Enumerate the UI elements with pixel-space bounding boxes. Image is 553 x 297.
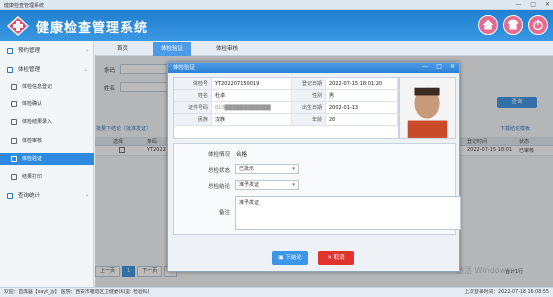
dialog-maximize-button[interactable]: □ — [436, 63, 442, 70]
reg-date-label: 登记日期 — [292, 78, 326, 90]
app-logo-icon — [7, 16, 29, 36]
audit-status-select[interactable]: 已批示 ▾ — [235, 164, 299, 174]
status-last-login: 上次登录时间：2022-07-18 16:08:55 — [464, 290, 549, 295]
clipboard-icon — [7, 67, 13, 73]
sidebar: 预约管理 › 体检管理 ⌄ 体检信息登记 体检确认 体检结果录入 体检审核 体检验证… — [0, 41, 94, 287]
tab-bar: 首页 体检验证 体检审核 — [95, 42, 553, 56]
name-field-label: 姓名 — [174, 90, 212, 102]
nation-value: 汉族 — [212, 114, 292, 126]
sidebar-item-confirm[interactable]: 体检确认 — [0, 98, 94, 110]
window-titlebar: 健康检查管理系统 — [0, 0, 553, 10]
window-title: 健康检查管理系统 — [4, 3, 45, 9]
sidebar-item-register[interactable]: 体检信息登记 — [0, 81, 94, 93]
conclude-button[interactable]: ▣ 下结论 — [272, 251, 308, 265]
chevron-right-icon: › — [86, 48, 88, 54]
age-value: 20 — [326, 114, 398, 126]
print-icon — [11, 174, 17, 180]
dialog-titlebar: 体检验证 — [168, 63, 459, 73]
cancel-button[interactable]: ✕ 取消 — [318, 251, 354, 265]
minimize-button[interactable]: — — [515, 1, 521, 8]
verify-dialog: 体检验证 — □ ✕ 体检号 YT202207150019 登记日期 2022-… — [167, 62, 461, 272]
id-number-value: 610████████████ — [212, 102, 292, 114]
calendar-icon — [7, 48, 13, 54]
window-controls: — □ ✕ — [515, 1, 550, 8]
age-label: 年龄 — [292, 114, 326, 126]
chevron-down-icon: ▾ — [292, 166, 295, 172]
power-icon[interactable] — [528, 15, 548, 35]
close-window-button[interactable]: ✕ — [545, 1, 550, 8]
patient-photo — [399, 77, 456, 139]
exam-status-label: 体检情况 — [207, 152, 230, 158]
reg-date-value: 2022-07-15 18:01:20 — [326, 78, 398, 90]
exam-id-value: YT202207150019 — [212, 78, 292, 90]
status-user: 欢迎：首席器【xayt_jy】 医院：西安市雁塔区卫健委(科室: 检验科) — [4, 290, 150, 295]
exam-id-label: 体检号 — [174, 78, 212, 90]
shirt-icon[interactable] — [503, 15, 523, 35]
name-value: 杜卓 — [212, 90, 292, 102]
sidebar-item-verify[interactable]: 体检验证 — [0, 153, 94, 165]
sidebar-item-audit[interactable]: 体检审核 — [0, 135, 94, 147]
audit-status-label: 总检状态 — [207, 168, 230, 174]
birth-date-value: 2002-01-13 — [326, 102, 398, 114]
check-icon — [11, 101, 17, 107]
tab-home[interactable]: 首页 — [109, 42, 136, 56]
verify-icon — [11, 156, 17, 162]
sidebar-item-appointment[interactable]: 预约管理 › — [0, 45, 94, 57]
conclusion-label: 总检结论 — [207, 184, 230, 190]
edit-icon — [11, 84, 17, 90]
conclusion-section: 体检情况 合格 总检状态 已批示 ▾ 总检结论 准予发证 ▾ 备注 准予发证 — [173, 143, 461, 235]
chevron-down-icon: ▾ — [292, 182, 295, 188]
audit-icon — [11, 138, 17, 144]
status-bar: 欢迎：首席器【xayt_jy】 医院：西安市雁塔区卫健委(科室: 检验科) 上次… — [0, 287, 553, 297]
sex-value: 男 — [326, 90, 398, 102]
sidebar-item-print[interactable]: 结果打印 — [0, 171, 94, 183]
sidebar-item-result-entry[interactable]: 体检结果录入 — [0, 116, 94, 128]
chart-icon — [7, 193, 13, 199]
conclusion-select[interactable]: 准予发证 ▾ — [235, 180, 299, 190]
dialog-controls: — □ ✕ — [422, 63, 455, 70]
document-icon — [11, 119, 17, 125]
tab-audit[interactable]: 体检审核 — [208, 42, 246, 56]
birth-date-label: 出生日期 — [292, 102, 326, 114]
dialog-minimize-button[interactable]: — — [422, 63, 428, 70]
chevron-right-icon: › — [86, 193, 88, 199]
home-icon[interactable] — [478, 15, 498, 35]
patient-info-table: 体检号 YT202207150019 登记日期 2022-07-15 18:01… — [173, 77, 399, 139]
sex-label: 性别 — [292, 90, 326, 102]
id-number-label: 证件号码 — [174, 102, 212, 114]
sidebar-item-statistics[interactable]: 查询统计 › — [0, 190, 94, 202]
dialog-close-button[interactable]: ✕ — [450, 63, 455, 70]
chevron-down-icon: ⌄ — [83, 67, 88, 73]
exam-status-value: 合格 — [236, 152, 248, 158]
remark-textarea[interactable]: 准予发证 — [235, 196, 461, 230]
nation-label: 民族 — [174, 114, 212, 126]
sidebar-item-exam-manage[interactable]: 体检管理 ⌄ — [0, 64, 94, 76]
app-title: 健康检查管理系统 — [36, 21, 149, 36]
remark-label: 备注 — [218, 210, 230, 216]
maximize-button[interactable]: □ — [530, 1, 536, 8]
dialog-title: 体检验证 — [173, 65, 196, 71]
tab-verify[interactable]: 体检验证 — [153, 42, 192, 56]
